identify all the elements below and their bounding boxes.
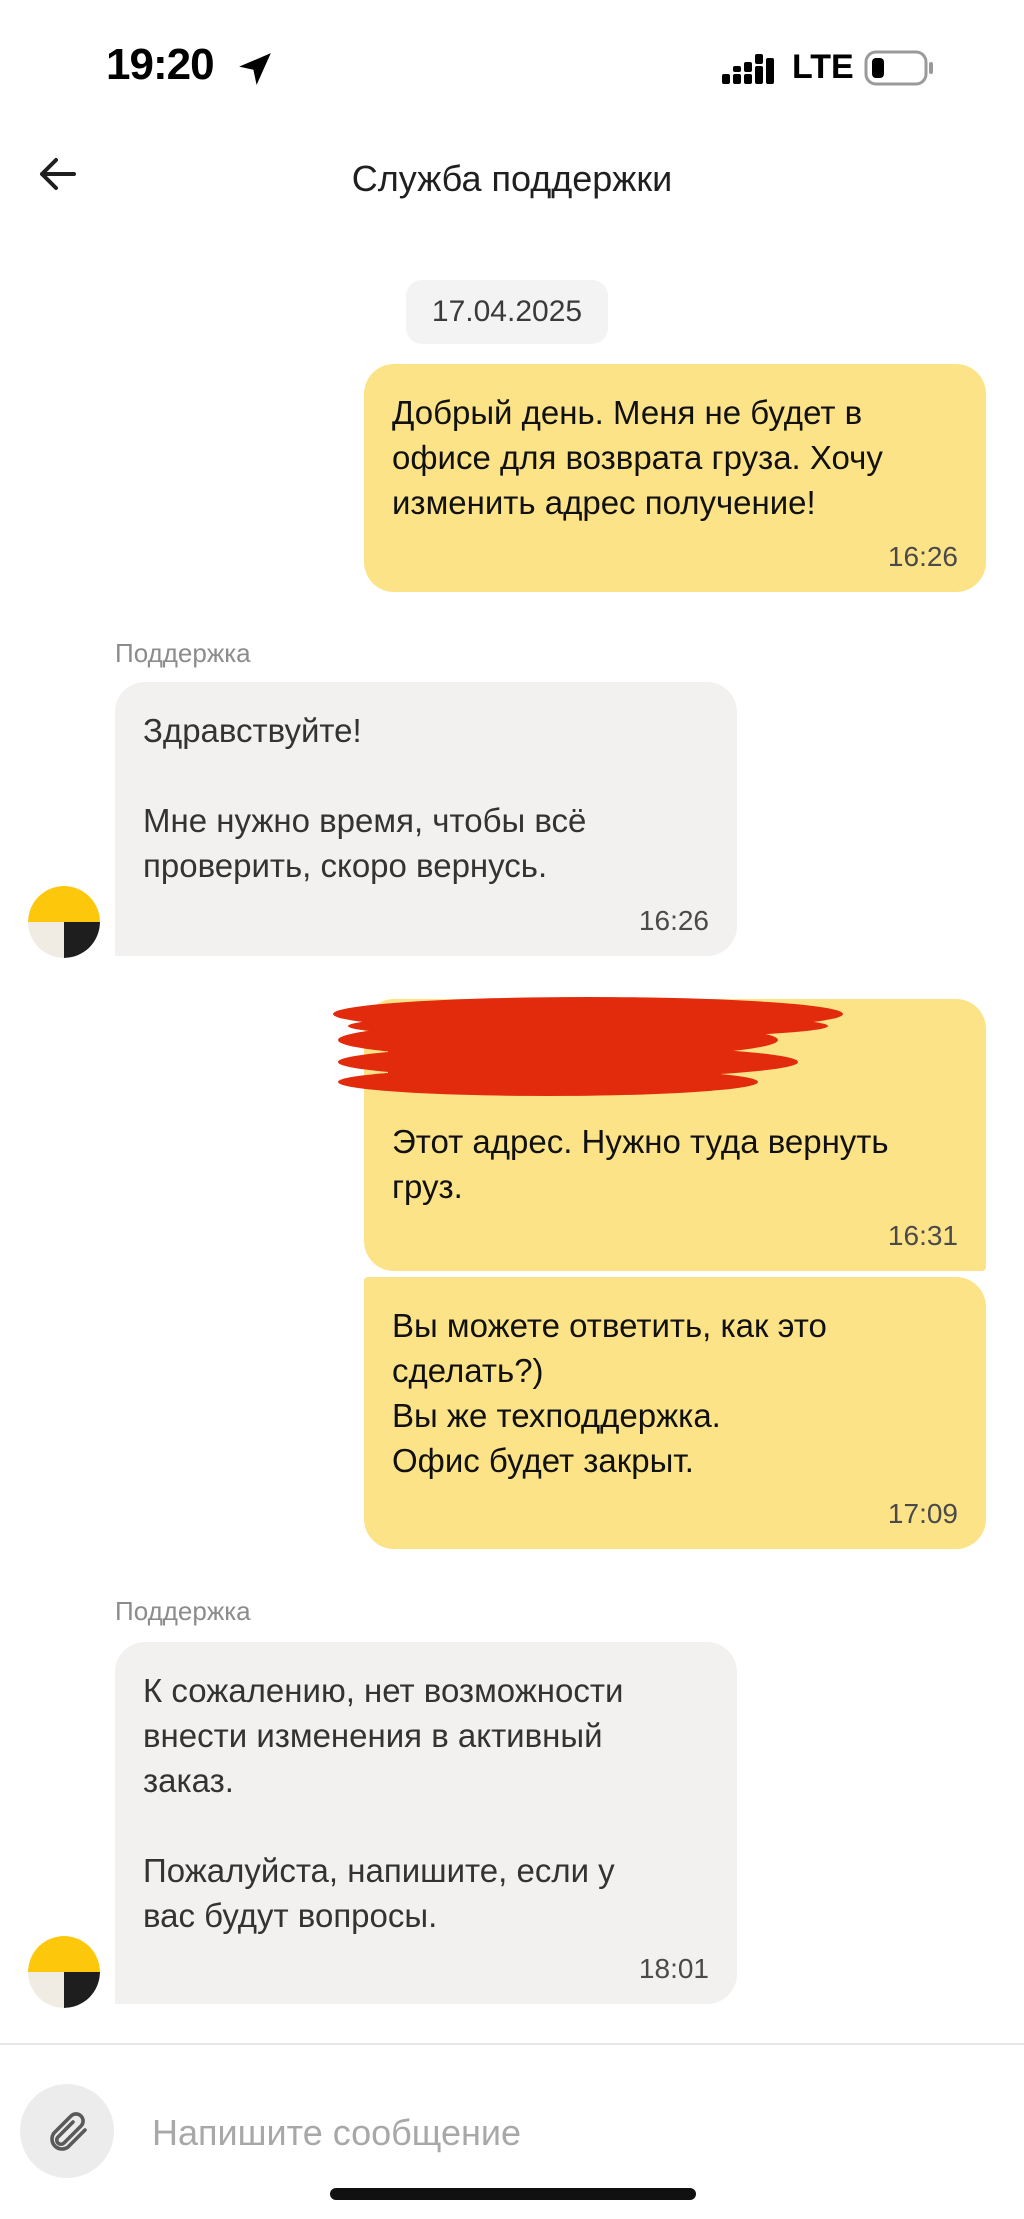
page-title: Служба поддержки <box>351 158 673 199</box>
date-chip: 17.04.2025 <box>406 280 608 344</box>
message-text: Этот адрес. Нужно туда вернуть груз. <box>392 1123 889 1205</box>
network-label: LTE <box>792 48 854 86</box>
message-text: Добрый день. Меня не будет в офисе для в… <box>392 394 883 521</box>
signal-icon <box>722 54 774 84</box>
user-message: Вы можете ответить, как это сделать?) Вы… <box>364 1277 986 1549</box>
paperclip-icon <box>50 2112 87 2151</box>
attach-button[interactable] <box>20 2084 114 2178</box>
user-message: Добрый день. Меня не будет в офисе для в… <box>364 364 986 592</box>
message-time: 16:26 <box>887 541 958 572</box>
message-time: 17:09 <box>887 1498 958 1529</box>
support-message: Здравствуйте! Мне нужно время, чтобы всё… <box>115 682 737 956</box>
redaction-scribble <box>333 997 843 1096</box>
message-time: 16:26 <box>638 905 709 936</box>
home-indicator <box>330 2188 696 2200</box>
message-time: 18:01 <box>638 1953 709 1984</box>
sender-label: Поддержка <box>115 1596 251 1626</box>
support-avatar <box>28 1936 100 2008</box>
status-time: 19:20 <box>106 40 215 89</box>
composer-divider <box>0 2043 1024 2045</box>
sender-label: Поддержка <box>115 638 251 668</box>
support-avatar <box>28 886 100 958</box>
message-text: К сожалению, нет возможности внести изме… <box>143 1672 624 1934</box>
message-text: Здравствуйте! Мне нужно время, чтобы всё… <box>143 712 587 884</box>
message-time: 16:31 <box>887 1220 958 1251</box>
support-message: К сожалению, нет возможности внести изме… <box>115 1642 737 2004</box>
message-input[interactable]: Напишите сообщение <box>152 2112 521 2154</box>
location-arrow-icon <box>239 53 271 85</box>
battery-icon <box>864 50 933 86</box>
message-text: Вы можете ответить, как это сделать?) Вы… <box>392 1307 827 1479</box>
